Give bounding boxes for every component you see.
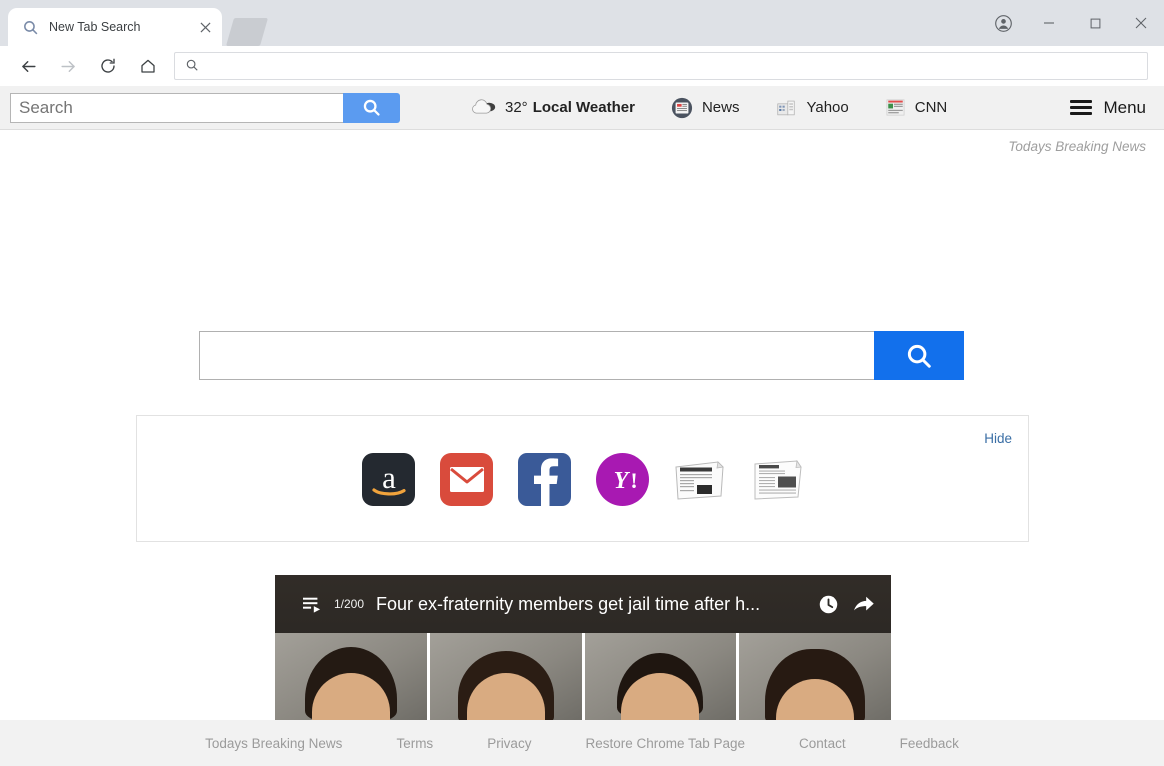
svg-text:a: a [382, 460, 396, 495]
profile-avatar-icon[interactable] [980, 7, 1026, 39]
mugshot-panel [739, 633, 891, 720]
reload-icon[interactable] [94, 52, 122, 80]
toolbar-search-group: Search [10, 92, 400, 123]
video-card[interactable]: 1/200 Four ex-fraternity members get jai… [275, 575, 891, 720]
toolbar-link-label: Yahoo [806, 99, 849, 116]
toolbar-menu-button[interactable]: Menu [1070, 98, 1146, 118]
news-circle-icon [671, 97, 693, 119]
brand-note: Todays Breaking News [1008, 139, 1146, 154]
footer-link-todays-breaking-news[interactable]: Todays Breaking News [178, 736, 369, 751]
toolbar-item-weather[interactable]: 32° Local Weather [452, 86, 653, 130]
navigation-toolbar [0, 46, 1164, 86]
toolbar-links: 32° Local Weather News Yahoo CNN [452, 86, 965, 130]
video-thumbnail [275, 633, 891, 720]
weather-temperature: 32° [505, 99, 528, 116]
mugshot-panel [275, 633, 427, 720]
shortcut-tiles: a Y ! [137, 416, 1030, 543]
toolbar-link-label: News [701, 99, 740, 116]
shortcut-tile-newspaper-1[interactable] [674, 453, 727, 506]
playlist-icon[interactable] [299, 591, 325, 617]
forward-arrow-icon [54, 52, 82, 80]
toolbar-search-placeholder: Search [19, 97, 73, 117]
url-bar[interactable] [174, 52, 1148, 80]
mugshot-panel [584, 633, 737, 720]
footer-link-feedback[interactable]: Feedback [873, 736, 986, 751]
browser-tab[interactable]: New Tab Search [8, 8, 222, 46]
new-tab-button[interactable] [225, 18, 269, 46]
browser-window: New Tab Search Search 32° Local Weather … [0, 0, 1164, 766]
hamburger-icon [1070, 100, 1093, 115]
main-search-button[interactable] [874, 331, 964, 380]
video-counter: 1/200 [334, 597, 365, 611]
main-search-input[interactable] [199, 331, 874, 380]
footer-links: Todays Breaking News Terms Privacy Resto… [178, 736, 986, 751]
search-icon [185, 58, 201, 74]
clock-icon[interactable] [815, 591, 841, 617]
cloud-icon [470, 99, 496, 116]
page-content: Todays Breaking News Hide a Y ! 1/200 Fo… [0, 131, 1164, 720]
toolbar-search-button[interactable] [343, 92, 400, 123]
toolbar-item-yahoo[interactable]: Yahoo [757, 86, 866, 130]
close-icon[interactable] [196, 18, 214, 36]
mugshot-panel [429, 633, 582, 720]
titlebar: New Tab Search [0, 0, 1164, 46]
minimize-button[interactable] [1026, 7, 1072, 39]
home-icon[interactable] [134, 52, 162, 80]
cnn-article-icon [885, 97, 906, 118]
share-icon[interactable] [851, 591, 877, 617]
shortcut-tile-facebook[interactable] [518, 453, 571, 506]
back-arrow-icon[interactable] [14, 52, 42, 80]
toolbar-item-news[interactable]: News [653, 86, 758, 130]
video-title: Four ex-fraternity members get jail time… [376, 593, 761, 614]
shortcuts-panel: Hide a Y ! [136, 415, 1029, 542]
footer-link-terms[interactable]: Terms [369, 736, 460, 751]
main-search-group [199, 331, 964, 380]
tab-title: New Tab Search [49, 20, 141, 34]
footer-link-contact[interactable]: Contact [772, 736, 873, 751]
shortcut-tile-newspaper-2[interactable] [752, 453, 805, 506]
video-header: 1/200 Four ex-fraternity members get jai… [275, 575, 891, 633]
toolbar-link-label: CNN [914, 99, 948, 116]
toolbar-search-input[interactable]: Search [10, 92, 343, 123]
shortcut-tile-gmail[interactable] [440, 453, 493, 506]
window-controls [980, 0, 1164, 46]
building-icon [775, 98, 797, 117]
footer-link-restore-chrome-tab-page[interactable]: Restore Chrome Tab Page [558, 736, 772, 751]
search-icon [22, 19, 39, 36]
footer-link-privacy[interactable]: Privacy [460, 736, 558, 751]
menu-label: Menu [1103, 97, 1146, 117]
page-footer: Todays Breaking News Terms Privacy Resto… [0, 720, 1164, 766]
window-close-button[interactable] [1118, 7, 1164, 39]
svg-text:!: ! [630, 468, 637, 493]
extension-toolbar: Search 32° Local Weather News Yahoo CNN … [0, 86, 1164, 130]
svg-text:Y: Y [613, 468, 630, 494]
maximize-button[interactable] [1072, 7, 1118, 39]
weather-label: Local Weather [532, 99, 635, 116]
shortcut-tile-yahoo[interactable]: Y ! [596, 453, 649, 506]
shortcut-tile-amazon[interactable]: a [362, 453, 415, 506]
toolbar-item-cnn[interactable]: CNN [867, 86, 966, 130]
